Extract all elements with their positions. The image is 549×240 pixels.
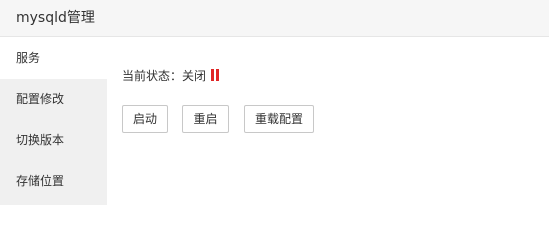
main-panel: 当前状态：关闭 启动 重启 重载配置 [107,38,549,205]
status-value: 关闭 [182,68,207,83]
sidebar-item-storage[interactable]: 存储位置 [0,161,107,202]
reload-config-button[interactable]: 重载配置 [244,105,314,133]
restart-button[interactable]: 重启 [182,105,229,133]
app-window: mysqld管理 服务 配置修改 切换版本 存储位置 当前状态：关闭 启动 重启… [0,0,549,205]
pause-icon-bar-right [216,68,220,81]
status-row: 当前状态：关闭 [122,66,220,84]
sidebar-item-version[interactable]: 切换版本 [0,120,107,161]
sidebar: 服务 配置修改 切换版本 存储位置 [0,38,107,205]
status-label: 当前状态： [122,68,183,83]
title-bar: mysqld管理 [0,0,549,37]
pause-icon-bar-left [211,68,215,81]
window-title: mysqld管理 [16,10,95,26]
sidebar-item-service[interactable]: 服务 [0,38,107,79]
sidebar-item-config[interactable]: 配置修改 [0,79,107,120]
pause-icon [211,68,220,81]
start-button[interactable]: 启动 [122,105,168,133]
